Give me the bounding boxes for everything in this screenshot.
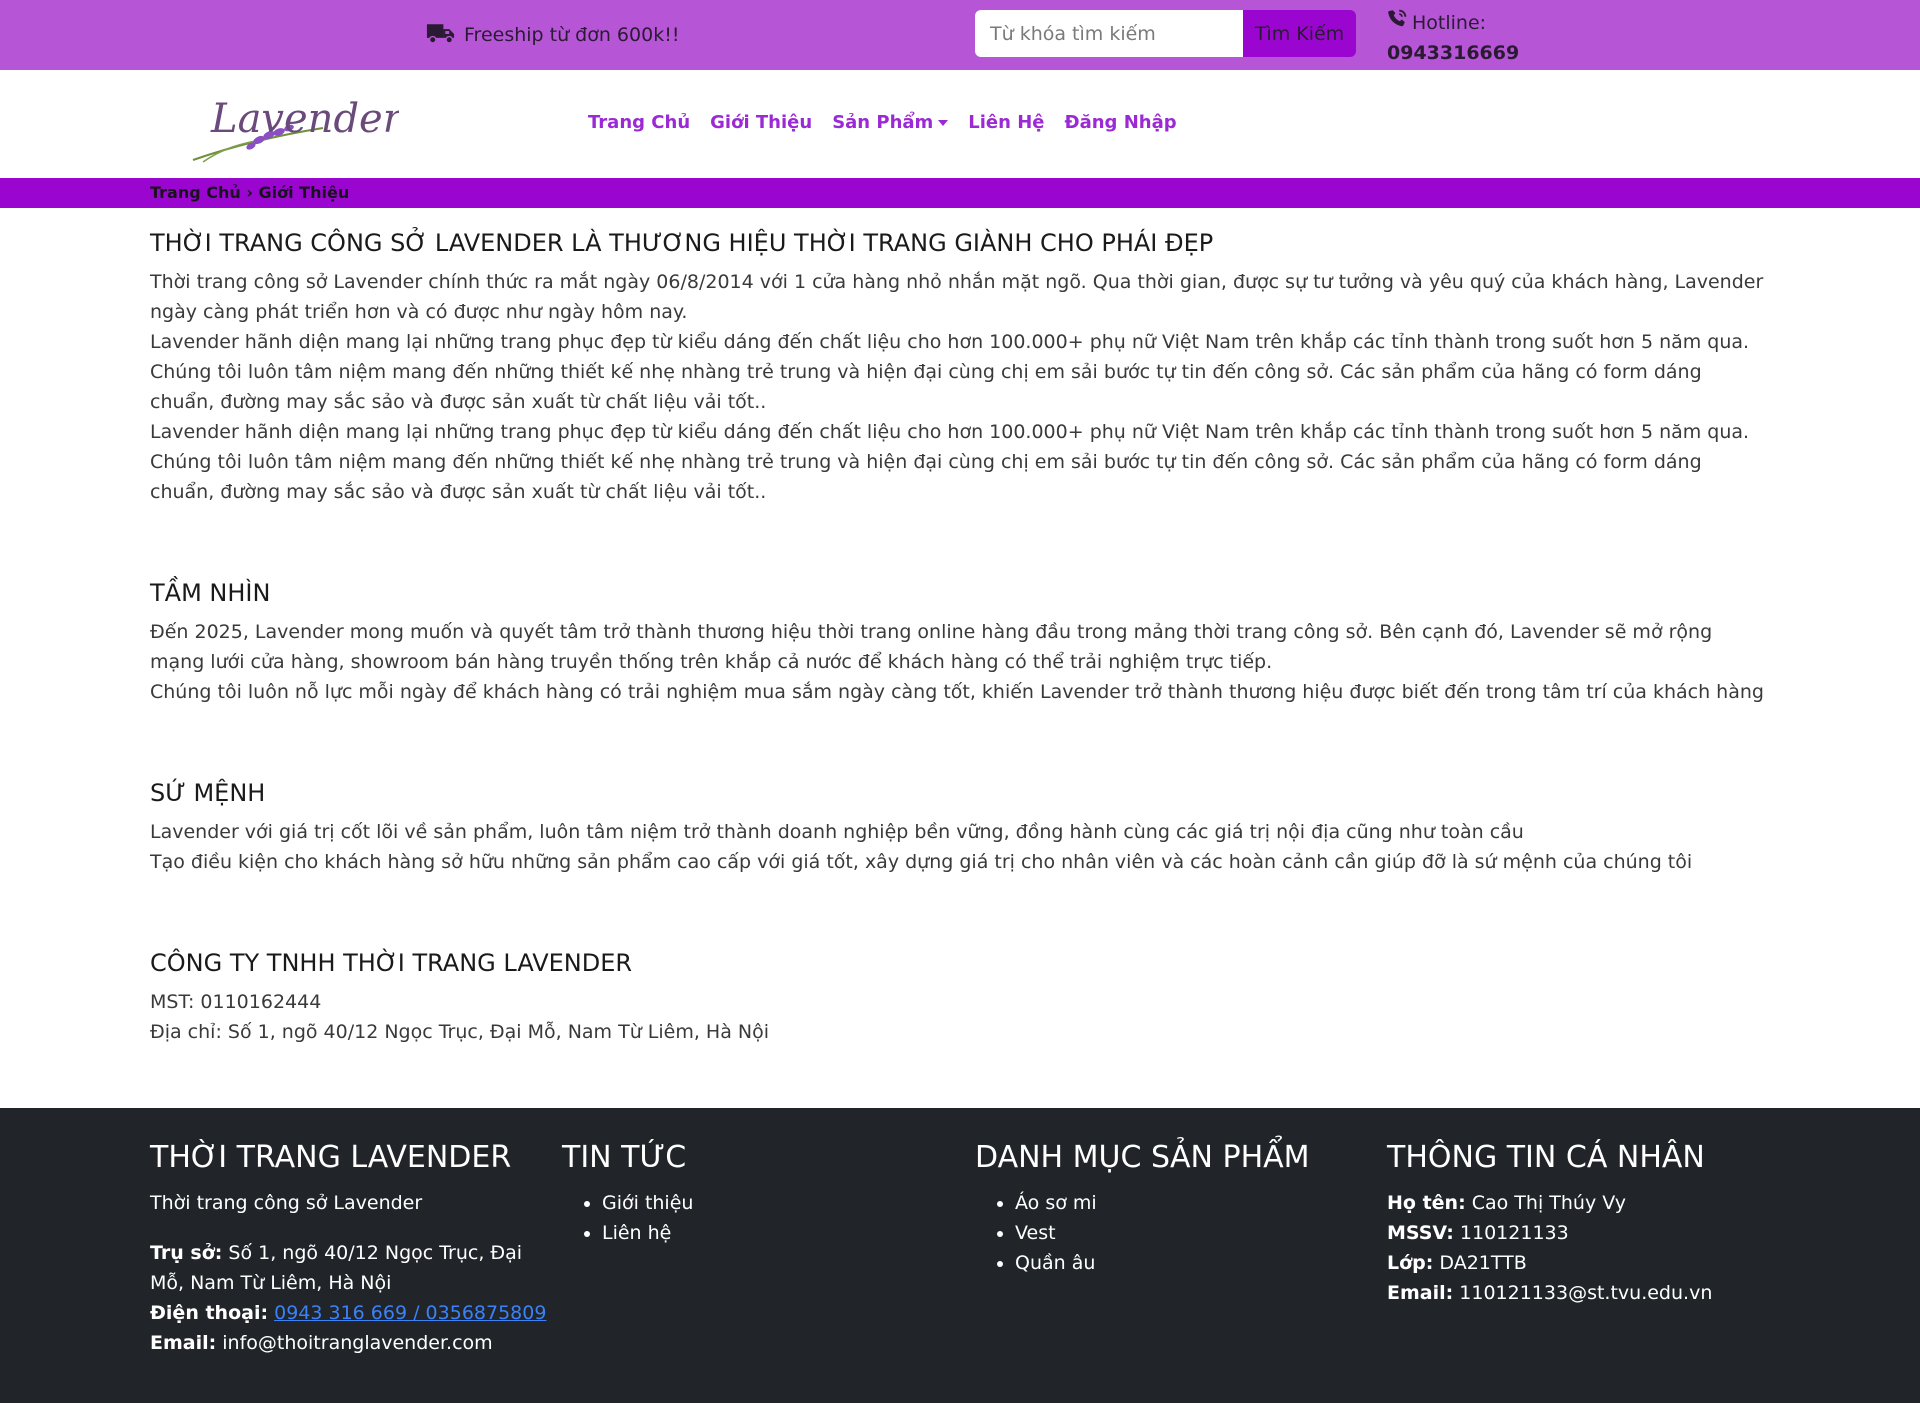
- intro-section: THỜI TRANG CÔNG SỞ LAVENDER LÀ THƯƠNG HI…: [150, 225, 1770, 507]
- footer-personal-email-label: Email:: [1387, 1282, 1454, 1304]
- intro-title: THỜI TRANG CÔNG SỞ LAVENDER LÀ THƯƠNG HI…: [150, 229, 1214, 257]
- footer-categories-list: Áo sơ mi Vest Quần âu: [975, 1188, 1375, 1278]
- footer-name-value: Cao Thị Thúy Vy: [1471, 1192, 1626, 1214]
- footer-category-item[interactable]: Vest: [1015, 1218, 1375, 1248]
- vision-section: TẦM NHÌN Đến 2025, Lavender mong muốn và…: [150, 575, 1770, 707]
- top-bar: Freeship từ đơn 600k!! Tìm Kiếm Hotline:…: [0, 0, 1920, 70]
- main-nav: Trang Chủ Giới Thiệu Sản Phẩm Liên Hệ Đă…: [588, 112, 1177, 133]
- hotline-number[interactable]: 0943316669: [1387, 38, 1519, 68]
- vision-title: TẦM NHÌN: [150, 579, 271, 607]
- footer-news-list: Giới thiệu Liên hệ: [562, 1188, 962, 1248]
- footer-col-personal: THÔNG TIN CÁ NHÂN Họ tên: Cao Thị Thúy V…: [1387, 1138, 1807, 1308]
- company-tax-id: MST: 0110162444: [150, 991, 322, 1013]
- footer-class: Lớp: DA21TTB: [1387, 1248, 1807, 1278]
- footer-email-value: info@thoitranglavender.com: [222, 1332, 493, 1354]
- freeship-text: Freeship từ đơn 600k!!: [464, 24, 680, 46]
- hotline: Hotline: 0943316669: [1387, 8, 1519, 68]
- footer-news-item[interactable]: Giới thiệu: [602, 1188, 962, 1218]
- footer-categories-title: DANH MỤC SẢN PHẨM: [975, 1140, 1310, 1175]
- footer-student-id-label: MSSV:: [1387, 1222, 1454, 1244]
- mission-paragraph-1: Lavender với giá trị cốt lõi về sản phẩm…: [150, 821, 1524, 843]
- nav-products-label: Sản Phẩm: [832, 112, 934, 133]
- intro-paragraph-1: Thời trang công sở Lavender chính thức r…: [150, 271, 1764, 323]
- nav-about[interactable]: Giới Thiệu: [710, 112, 812, 133]
- footer-phone-label: Điện thoại:: [150, 1302, 269, 1324]
- footer-news-title: TIN TỨC: [562, 1140, 687, 1175]
- phone-icon: [1387, 8, 1408, 38]
- search-button[interactable]: Tìm Kiếm: [1243, 10, 1356, 57]
- truck-icon: [425, 21, 456, 50]
- breadcrumb-bar: Trang Chủ › Giới Thiệu: [0, 178, 1920, 208]
- site-footer: THỜI TRANG LAVENDER Thời trang công sở L…: [0, 1108, 1920, 1403]
- mission-title: SỨ MỆNH: [150, 779, 266, 807]
- footer-class-value: DA21TTB: [1439, 1252, 1527, 1274]
- footer-col-news: TIN TỨC Giới thiệu Liên hệ: [562, 1138, 962, 1248]
- search-input[interactable]: [975, 10, 1243, 57]
- nav-home[interactable]: Trang Chủ: [588, 112, 690, 133]
- logo-text: Lavender: [210, 96, 399, 142]
- footer-class-label: Lớp:: [1387, 1252, 1434, 1274]
- footer-student-id: MSSV: 110121133: [1387, 1218, 1807, 1248]
- footer-brand-subtitle: Thời trang công sở Lavender: [150, 1192, 423, 1214]
- breadcrumb[interactable]: Trang Chủ › Giới Thiệu: [150, 183, 349, 202]
- lavender-logo[interactable]: Lavender: [163, 88, 405, 168]
- vision-paragraph-1: Đến 2025, Lavender mong muốn và quyết tâ…: [150, 621, 1713, 673]
- footer-personal-title: THÔNG TIN CÁ NHÂN: [1387, 1140, 1705, 1175]
- footer-office-label: Trụ sở:: [150, 1242, 223, 1264]
- mission-section: SỨ MỆNH Lavender với giá trị cốt lõi về …: [150, 775, 1770, 877]
- footer-brand-title: THỜI TRANG LAVENDER: [150, 1140, 512, 1175]
- footer-personal-email-value: 110121133@st.tvu.edu.vn: [1459, 1282, 1713, 1304]
- footer-name-label: Họ tên:: [1387, 1192, 1466, 1214]
- footer-col-categories: DANH MỤC SẢN PHẨM Áo sơ mi Vest Quần âu: [975, 1138, 1375, 1278]
- footer-office: Trụ sở: Số 1, ngõ 40/12 Ngọc Trục, Đại M…: [150, 1238, 550, 1298]
- footer-phone-link[interactable]: 0943 316 669 / 0356875809: [274, 1302, 546, 1324]
- intro-paragraph-2: Lavender hãnh diện mang lại những trang …: [150, 331, 1750, 413]
- nav-products[interactable]: Sản Phẩm: [832, 112, 949, 133]
- footer-email: Email: info@thoitranglavender.com: [150, 1328, 550, 1358]
- footer-name: Họ tên: Cao Thị Thúy Vy: [1387, 1188, 1807, 1218]
- mission-paragraph-2: Tạo điều kiện cho khách hàng sở hữu nhữn…: [150, 851, 1693, 873]
- footer-category-item[interactable]: Áo sơ mi: [1015, 1188, 1375, 1218]
- search-form: Tìm Kiếm: [975, 10, 1356, 57]
- footer-email-label: Email:: [150, 1332, 217, 1354]
- company-address: Địa chỉ: Số 1, ngõ 40/12 Ngọc Trục, Đại …: [150, 1021, 770, 1043]
- footer-category-item[interactable]: Quần âu: [1015, 1248, 1375, 1278]
- chevron-down-icon: [938, 120, 949, 126]
- footer-news-item[interactable]: Liên hệ: [602, 1218, 962, 1248]
- company-section: CÔNG TY TNHH THỜI TRANG LAVENDER MST: 01…: [150, 945, 1770, 1047]
- site-header: Lavender Trang Chủ Giới Thiệu Sản Phẩm L…: [0, 70, 1920, 178]
- nav-login[interactable]: Đăng Nhập: [1065, 112, 1177, 133]
- footer-personal-email: Email: 110121133@st.tvu.edu.vn: [1387, 1278, 1807, 1308]
- company-title: CÔNG TY TNHH THỜI TRANG LAVENDER: [150, 949, 633, 977]
- vision-paragraph-2: Chúng tôi luôn nỗ lực mỗi ngày để khách …: [150, 681, 1764, 703]
- nav-contact[interactable]: Liên Hệ: [968, 112, 1044, 133]
- footer-phone: Điện thoại: 0943 316 669 / 0356875809: [150, 1298, 550, 1328]
- intro-paragraph-3: Lavender hãnh diện mang lại những trang …: [150, 421, 1750, 503]
- footer-student-id-value: 110121133: [1459, 1222, 1569, 1244]
- hotline-label: Hotline:: [1412, 12, 1487, 34]
- freeship-banner: Freeship từ đơn 600k!!: [425, 20, 679, 50]
- footer-col-brand: THỜI TRANG LAVENDER Thời trang công sở L…: [150, 1138, 550, 1358]
